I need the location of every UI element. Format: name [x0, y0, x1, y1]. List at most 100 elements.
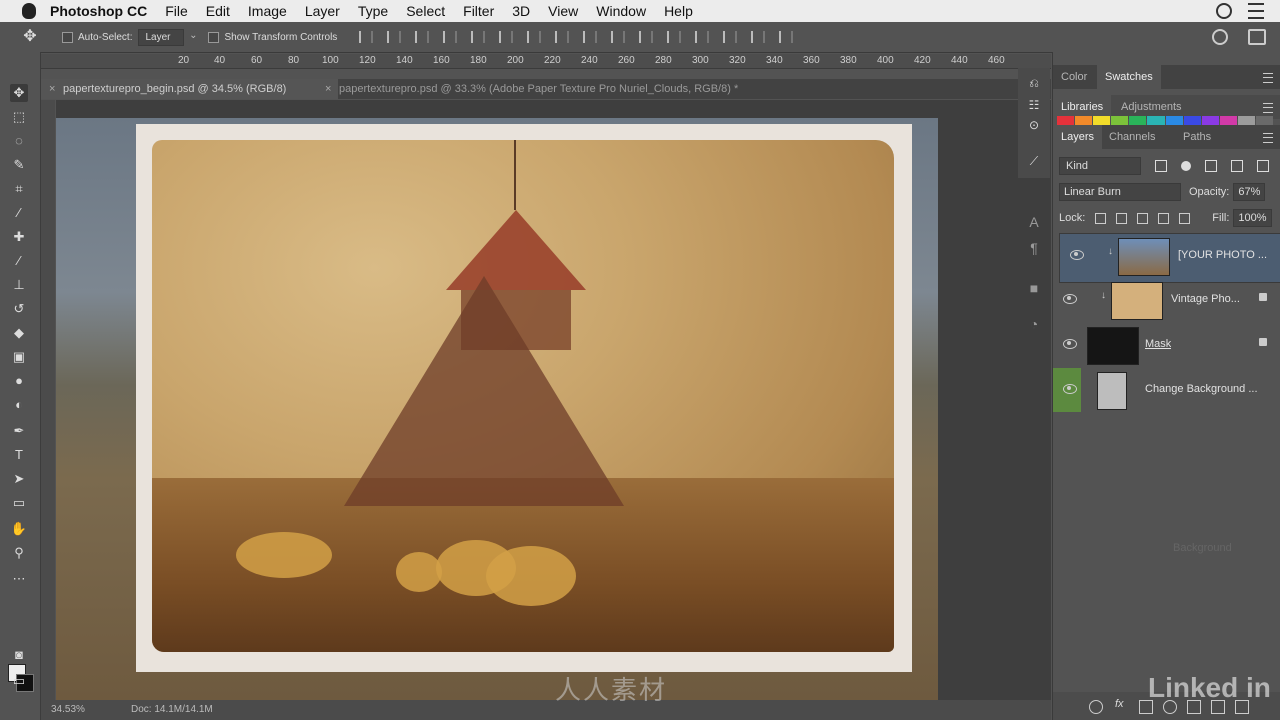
menu-select[interactable]: Select — [406, 3, 445, 19]
move-tool-icon[interactable]: ✥ — [22, 29, 38, 45]
brush-tool-icon[interactable]: ∕ — [10, 252, 28, 270]
workspace-icon[interactable] — [1248, 29, 1266, 45]
swatch[interactable] — [1075, 116, 1093, 125]
dodge-tool-icon[interactable]: ◐ — [10, 396, 28, 414]
3d-slide-icon[interactable] — [779, 31, 794, 43]
align-left-icon[interactable] — [443, 31, 458, 43]
distribute-bottom-icon[interactable] — [583, 31, 598, 43]
blur-tool-icon[interactable]: ● — [10, 372, 28, 390]
properties-icon[interactable]: ☷ — [1026, 98, 1042, 112]
swatch[interactable] — [1219, 116, 1237, 125]
path-select-tool-icon[interactable]: ➤ — [10, 470, 28, 488]
panel-menu-icon[interactable] — [1263, 73, 1273, 83]
align-top-icon[interactable] — [359, 31, 374, 43]
adjustment-icon[interactable]: ⊙ — [1026, 118, 1042, 132]
distribute-vcenter-icon[interactable] — [555, 31, 570, 43]
swatch[interactable] — [1165, 116, 1183, 125]
app-name[interactable]: Photoshop CC — [50, 3, 147, 19]
filter-kind-dropdown[interactable]: Kind — [1059, 157, 1141, 175]
layer-row[interactable]: ↓ [YOUR PHOTO ... — [1059, 233, 1280, 283]
quick-select-tool-icon[interactable]: ✎ — [10, 156, 28, 174]
distribute-top-icon[interactable] — [527, 31, 542, 43]
more-tools-icon[interactable]: ⋯ — [10, 570, 28, 588]
notification-list-icon[interactable] — [1248, 3, 1264, 19]
align-bottom-icon[interactable] — [415, 31, 430, 43]
gradient-tool-icon[interactable]: ▣ — [10, 348, 28, 366]
visibility-eye-icon[interactable] — [1063, 339, 1077, 349]
filter-shape-icon[interactable] — [1231, 160, 1243, 172]
auto-select-dropdown[interactable]: Layer — [138, 28, 197, 46]
fx-button[interactable]: fx — [1115, 698, 1124, 710]
swatch[interactable] — [1057, 116, 1075, 125]
swatch[interactable] — [1237, 116, 1255, 125]
align-hcenter-icon[interactable] — [471, 31, 486, 43]
swatch[interactable] — [1183, 116, 1201, 125]
menu-type[interactable]: Type — [358, 3, 388, 19]
3d-roll-icon[interactable] — [723, 31, 738, 43]
quick-mask-icon[interactable]: ◙ — [10, 646, 28, 664]
hand-tool-icon[interactable]: ✋ — [10, 520, 28, 538]
character-icon[interactable]: A — [1026, 214, 1042, 230]
swatch[interactable] — [1255, 116, 1273, 125]
menu-view[interactable]: View — [548, 3, 578, 19]
menu-edit[interactable]: Edit — [206, 3, 230, 19]
align-vcenter-icon[interactable] — [387, 31, 402, 43]
swatch[interactable] — [1147, 116, 1165, 125]
show-transform-checkbox[interactable] — [208, 31, 220, 43]
healing-brush-tool-icon[interactable]: ✚ — [10, 228, 28, 246]
info-icon[interactable]: ◔ — [1026, 316, 1042, 332]
tab-paths[interactable]: Paths — [1175, 125, 1219, 149]
paragraph-icon[interactable]: ¶ — [1026, 240, 1042, 256]
filter-adjustment-icon[interactable] — [1181, 161, 1191, 171]
auto-select-checkbox[interactable] — [62, 31, 73, 43]
link-layers-icon[interactable] — [1089, 700, 1103, 714]
clone-stamp-tool-icon[interactable]: ⊥ — [10, 276, 28, 294]
swatch[interactable] — [1201, 116, 1219, 125]
eyedropper-tool-icon[interactable]: ⁄ — [10, 204, 28, 222]
swatch[interactable] — [1093, 116, 1111, 125]
history-icon[interactable]: ⎌ — [1026, 76, 1042, 90]
fill-field[interactable]: 100% — [1233, 209, 1272, 227]
move-tool-icon[interactable]: ✥ — [10, 84, 28, 102]
menu-window[interactable]: Window — [596, 3, 646, 19]
tab-papertexturepro[interactable]: × papertexturepro.psd @ 33.3% (Adobe Pap… — [317, 79, 839, 99]
panel-menu-icon[interactable] — [1263, 103, 1273, 113]
layer-row[interactable]: Change Background ... — [1053, 368, 1280, 412]
search-icon[interactable] — [1212, 29, 1228, 45]
close-icon[interactable]: × — [49, 79, 55, 99]
rectangle-tool-icon[interactable]: ▭ — [10, 494, 28, 512]
tab-channels[interactable]: Channels — [1101, 125, 1163, 149]
zoom-tool-icon[interactable]: ⚲ — [10, 544, 28, 562]
panel-menu-icon[interactable] — [1263, 133, 1273, 143]
lock-all-icon[interactable] — [1179, 212, 1191, 224]
marquee-tool-icon[interactable]: ⬚ — [10, 108, 28, 126]
eraser-tool-icon[interactable]: ◆ — [10, 324, 28, 342]
layer-row[interactable]: Mask — [1053, 323, 1280, 367]
menu-3d[interactable]: 3D — [512, 3, 530, 19]
distribute-hcenter-icon[interactable] — [639, 31, 654, 43]
tab-color[interactable]: Color — [1053, 65, 1095, 89]
lock-position-icon[interactable] — [1137, 212, 1149, 224]
menu-layer[interactable]: Layer — [305, 3, 340, 19]
pen-tool-icon[interactable]: ✒ — [10, 422, 28, 440]
close-icon[interactable]: × — [325, 79, 331, 99]
zoom-level[interactable]: 34.53% — [51, 700, 85, 720]
swatch[interactable] — [1129, 116, 1147, 125]
swatch[interactable] — [1111, 116, 1129, 125]
lasso-tool-icon[interactable]: ◌ — [10, 132, 28, 150]
lock-artboard-icon[interactable] — [1158, 212, 1170, 224]
layer-name[interactable]: [YOUR PHOTO ... — [1178, 249, 1278, 261]
visibility-eye-icon[interactable] — [1070, 250, 1084, 260]
filter-pixel-icon[interactable] — [1155, 160, 1167, 172]
distribute-right-icon[interactable] — [667, 31, 682, 43]
paths-dock-icon[interactable]: ⟋ — [1026, 154, 1042, 168]
blend-mode-dropdown[interactable]: Linear Burn — [1059, 183, 1181, 201]
layer-name[interactable]: Vintage Pho... — [1171, 293, 1247, 305]
doc-size[interactable]: Doc: 14.1M/14.1M — [131, 700, 213, 720]
apple-icon[interactable] — [22, 3, 36, 19]
3d-orbit-icon[interactable] — [695, 31, 710, 43]
spotlight-search-icon[interactable] — [1216, 3, 1232, 19]
layer-name[interactable]: Change Background ... — [1145, 383, 1261, 395]
tab-papertexturepro-begin[interactable]: × papertexturepro_begin.psd @ 34.5% (RGB… — [41, 79, 338, 99]
document-canvas[interactable] — [56, 100, 1051, 700]
